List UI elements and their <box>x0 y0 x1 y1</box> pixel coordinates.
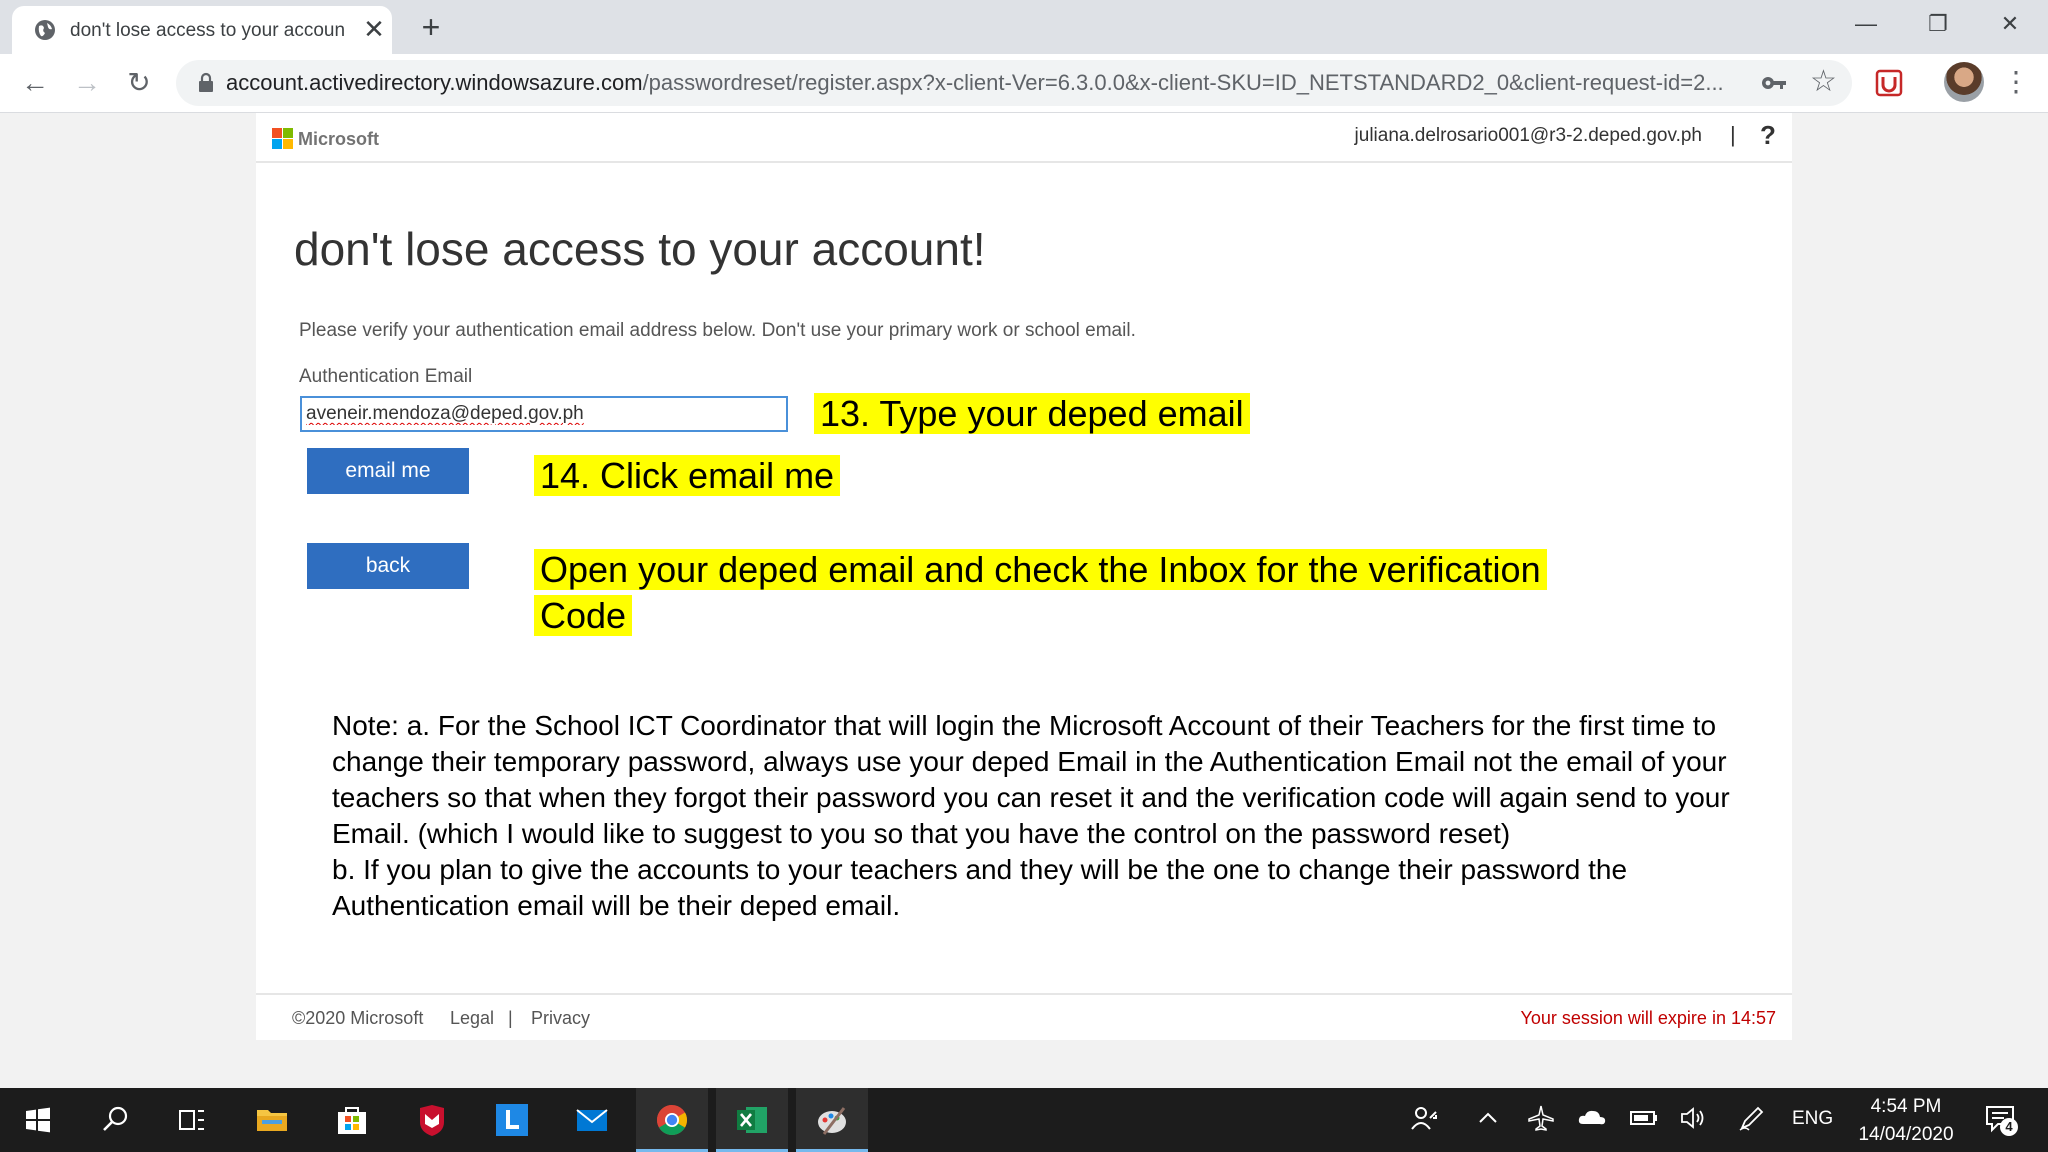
browser-tab[interactable]: don't lose access to your accoun ✕ <box>12 6 392 54</box>
url-text[interactable]: account.activedirectory.windowsazure.com… <box>226 70 1726 96</box>
legal-link[interactable]: Legal <box>450 1008 494 1029</box>
note-b: b. If you plan to give the accounts to y… <box>332 854 1628 921</box>
file-explorer-app[interactable] <box>236 1088 308 1152</box>
copyright-text: ©2020 Microsoft <box>292 1008 424 1028</box>
microsoft-brand: Microsoft <box>298 129 379 149</box>
language-indicator[interactable]: ENG <box>1792 1106 1833 1132</box>
instructions-text: Please verify your authentication email … <box>299 320 1136 341</box>
signed-in-user-email[interactable]: juliana.delrosario001@r3-2.deped.gov.ph <box>1355 124 1702 148</box>
pen-icon[interactable] <box>1736 1104 1768 1140</box>
chrome-app[interactable] <box>636 1088 708 1152</box>
bookmark-star-icon[interactable]: ☆ <box>1810 66 1840 98</box>
step-13-callout: 13. Type your deped email <box>814 392 1250 436</box>
store-app[interactable] <box>316 1088 388 1152</box>
paint-app[interactable] <box>796 1088 868 1152</box>
step-14-callout: 14. Click email me <box>534 454 841 498</box>
clock-date[interactable]: 14/04/2020 <box>1846 1122 1966 1148</box>
task-view-icon <box>179 1110 204 1130</box>
page-title: don't lose access to your account! <box>294 223 986 275</box>
excel-app[interactable] <box>716 1088 788 1152</box>
paint-icon <box>818 1107 846 1135</box>
back-button[interactable]: back <box>307 543 469 589</box>
chevron-up-icon[interactable] <box>1474 1104 1502 1140</box>
page-viewport: Microsoft juliana.delrosario001@r3-2.dep… <box>0 113 2048 1088</box>
url-host: account.activedirectory.windowsazure.com <box>226 70 643 95</box>
session-timer: Your session will expire in 14:57 <box>1520 1008 1776 1028</box>
footer-separator: | <box>508 1008 513 1028</box>
browser-tab-strip: don't lose access to your accoun ✕ + — ❐… <box>0 0 2048 54</box>
auth-email-input[interactable] <box>300 396 788 432</box>
help-icon[interactable]: ? <box>1760 121 1776 149</box>
note-block: Note: a. For the School ICT Coordinator … <box>332 708 1752 924</box>
minimize-button[interactable]: — <box>1836 6 1896 42</box>
start-icon <box>26 1107 50 1133</box>
l-app[interactable] <box>476 1088 548 1152</box>
open-inbox-text: Open your deped email and check the Inbo… <box>534 549 1547 636</box>
windows-taskbar: ENG 4:54 PM 14/04/2020 4 <box>0 1088 2048 1152</box>
profile-avatar[interactable] <box>1944 62 1984 102</box>
volume-icon[interactable] <box>1678 1104 1710 1140</box>
notification-count-badge: 4 <box>2000 1118 2018 1136</box>
file-explorer-icon <box>257 1110 287 1131</box>
forward-arrow-icon[interactable]: → <box>70 66 104 100</box>
reload-icon[interactable]: ↻ <box>122 66 156 100</box>
lock-icon <box>199 72 213 92</box>
extension-icon[interactable] <box>1874 68 1904 98</box>
step-14-text: 14. Click email me <box>534 455 841 496</box>
tab-title: don't lose access to your accoun <box>70 20 346 41</box>
globe-icon <box>35 20 55 40</box>
mail-icon <box>576 1109 608 1131</box>
step-13-text: 13. Type your deped email <box>814 393 1250 434</box>
onedrive-icon[interactable] <box>1576 1104 1608 1140</box>
privacy-link[interactable]: Privacy <box>531 1008 590 1029</box>
browser-toolbar: ← → ↻ account.activedirectory.windowsazu… <box>0 54 2048 113</box>
new-tab-button[interactable]: + <box>416 11 446 43</box>
start-button[interactable] <box>2 1088 74 1152</box>
battery-icon[interactable] <box>1628 1104 1660 1140</box>
header-separator: | <box>1730 122 1736 147</box>
mcafee-app[interactable] <box>396 1088 468 1152</box>
store-icon <box>338 1107 366 1134</box>
url-path: /passwordreset/register.aspx?x-client-Ve… <box>642 70 1724 95</box>
clock-time[interactable]: 4:54 PM <box>1846 1094 1966 1120</box>
note-a: Note: a. For the School ICT Coordinator … <box>332 710 1730 849</box>
address-bar[interactable]: account.activedirectory.windowsazure.com… <box>176 60 1852 106</box>
browser-menu-icon[interactable]: ⋮ <box>2002 64 2030 100</box>
content-card: Microsoft juliana.delrosario001@r3-2.dep… <box>256 113 1792 1040</box>
microsoft-logo-icon <box>272 128 293 149</box>
people-icon[interactable] <box>1408 1104 1440 1140</box>
mail-app[interactable] <box>556 1088 628 1152</box>
email-me-button[interactable]: email me <box>307 448 469 494</box>
restore-button[interactable]: ❐ <box>1908 6 1968 42</box>
airplane-icon[interactable] <box>1526 1104 1556 1140</box>
open-inbox-callout: Open your deped email and check the Inbo… <box>534 547 1594 639</box>
excel-icon <box>737 1107 767 1133</box>
key-icon[interactable] <box>1760 70 1788 96</box>
task-view[interactable] <box>156 1088 228 1152</box>
taskbar-search[interactable] <box>80 1088 152 1152</box>
search-icon <box>103 1106 128 1131</box>
tab-close-icon[interactable]: ✕ <box>362 16 386 42</box>
page-footer: ©2020 Microsoft Legal | Privacy Your ses… <box>256 993 1792 1042</box>
chrome-icon <box>656 1105 688 1136</box>
l-app-icon <box>496 1104 528 1136</box>
auth-email-label: Authentication Email <box>299 366 473 387</box>
ms-header: Microsoft juliana.delrosario001@r3-2.dep… <box>256 113 1792 163</box>
mcafee-icon <box>420 1105 444 1136</box>
back-arrow-icon[interactable]: ← <box>18 66 52 100</box>
close-window-button[interactable]: ✕ <box>1980 6 2040 42</box>
